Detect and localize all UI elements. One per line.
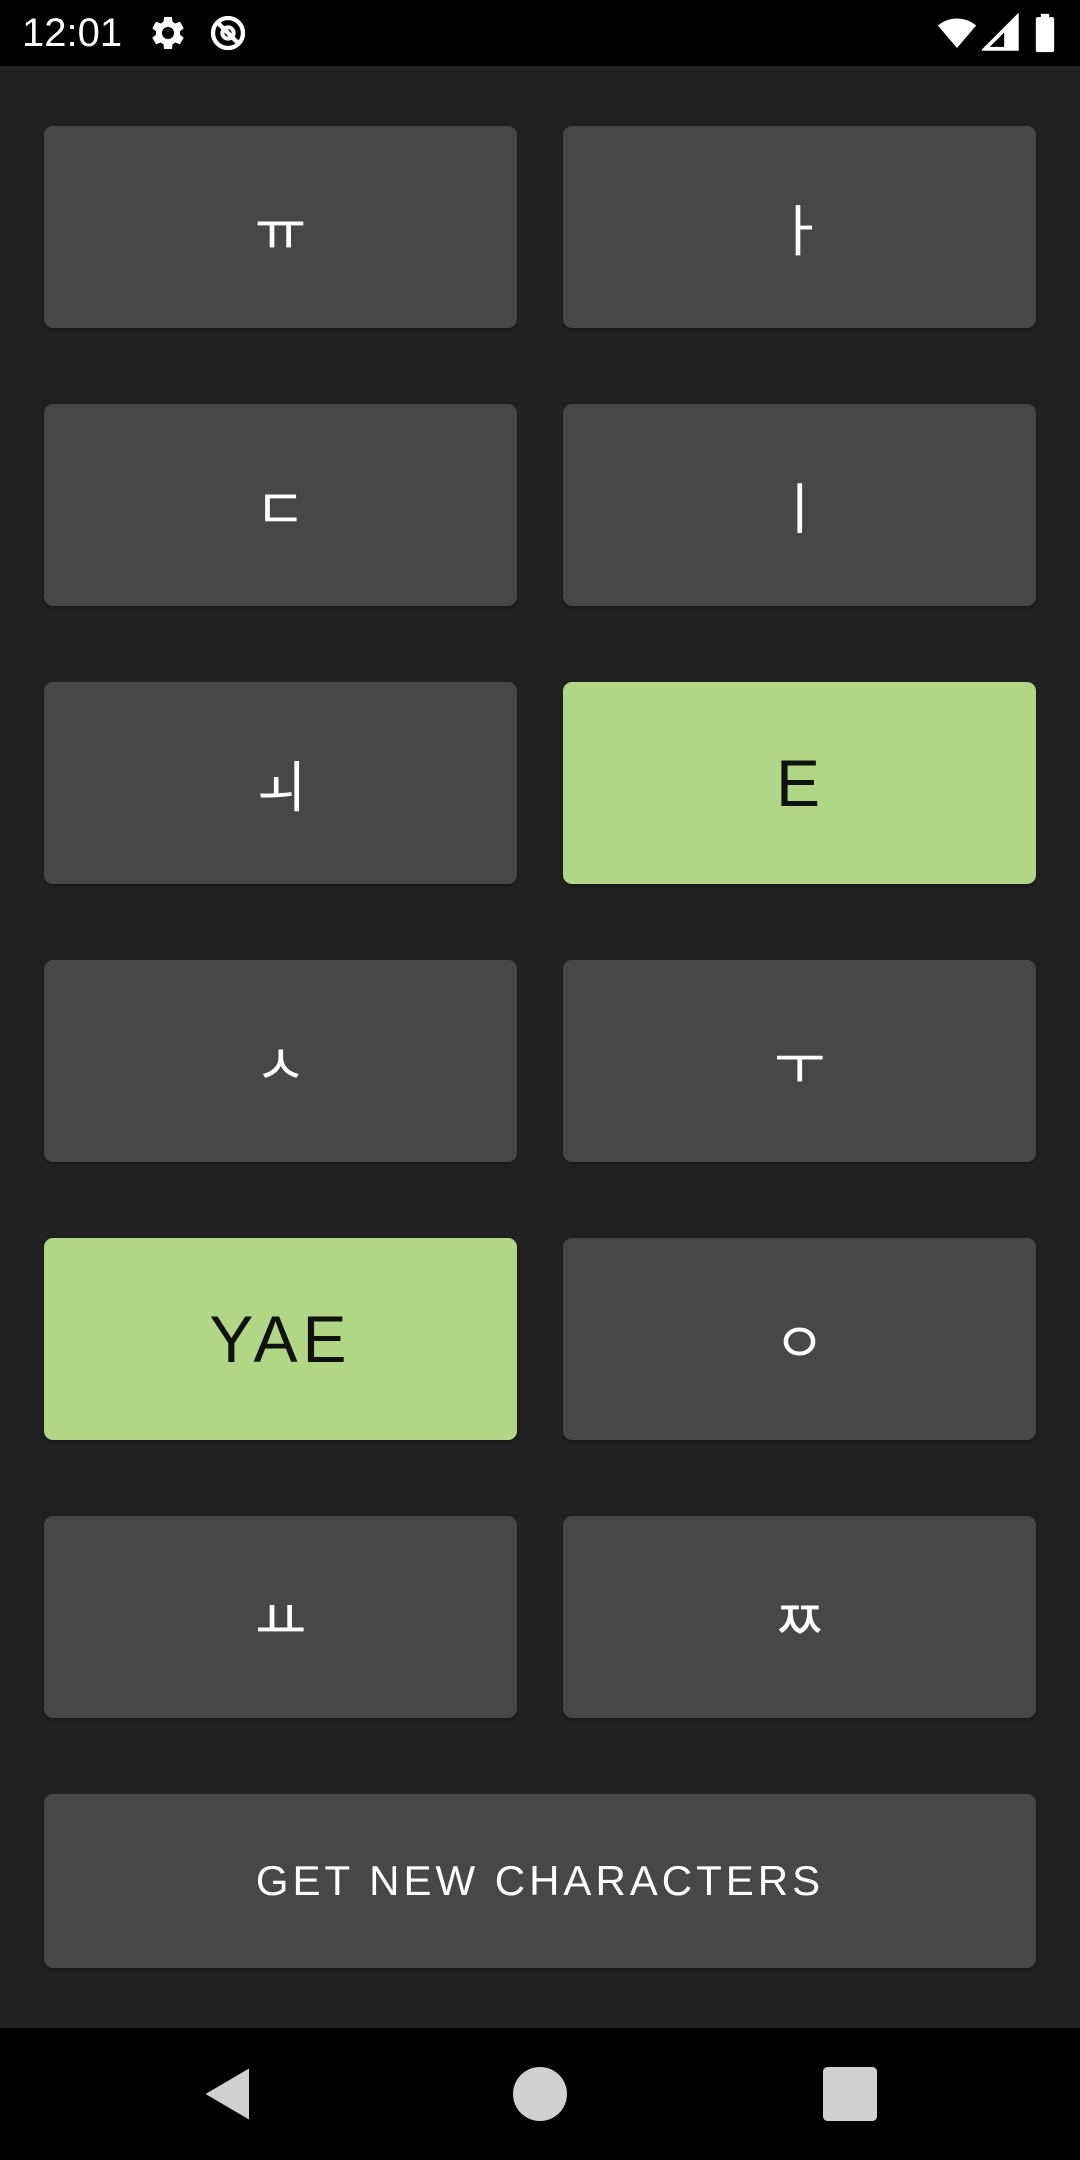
character-tile[interactable]: ㅠ <box>44 126 517 328</box>
battery-icon <box>1032 13 1058 53</box>
navigation-bar <box>0 2028 1080 2160</box>
data-saver-icon <box>208 13 248 53</box>
character-tile[interactable]: ㅉ <box>563 1516 1036 1718</box>
character-tile[interactable]: ㅏ <box>563 126 1036 328</box>
character-tile[interactable]: ㅇ <box>563 1238 1036 1440</box>
character-tile[interactable]: ㅅ <box>44 960 517 1162</box>
status-time: 12:01 <box>22 11 123 55</box>
character-tile[interactable]: ㄷ <box>44 404 517 606</box>
home-icon[interactable] <box>504 2058 576 2130</box>
app-screen: 12:01 ㅠㅏㄷㅣㅚ E ㅅㅜ YAE ㅇㅛㅉ GET NEW CHARACTERS <box>0 0 1080 2160</box>
character-tile[interactable]: ㅣ <box>563 404 1036 606</box>
settings-icon <box>148 13 188 53</box>
character-tile-selected[interactable]: YAE <box>44 1238 517 1440</box>
character-tile[interactable]: ㅜ <box>563 960 1036 1162</box>
recents-icon[interactable] <box>814 2058 886 2130</box>
character-tile[interactable]: ㅚ <box>44 682 517 884</box>
character-tile-selected[interactable]: E <box>563 682 1036 884</box>
status-bar: 12:01 <box>0 0 1080 66</box>
character-tile[interactable]: ㅛ <box>44 1516 517 1718</box>
signal-icon <box>982 13 1020 53</box>
back-icon[interactable] <box>192 2058 264 2130</box>
get-new-characters-button[interactable]: GET NEW CHARACTERS <box>44 1794 1036 1968</box>
wifi-icon <box>934 13 980 53</box>
character-grid: ㅠㅏㄷㅣㅚ E ㅅㅜ YAE ㅇㅛㅉ <box>44 126 1036 1718</box>
